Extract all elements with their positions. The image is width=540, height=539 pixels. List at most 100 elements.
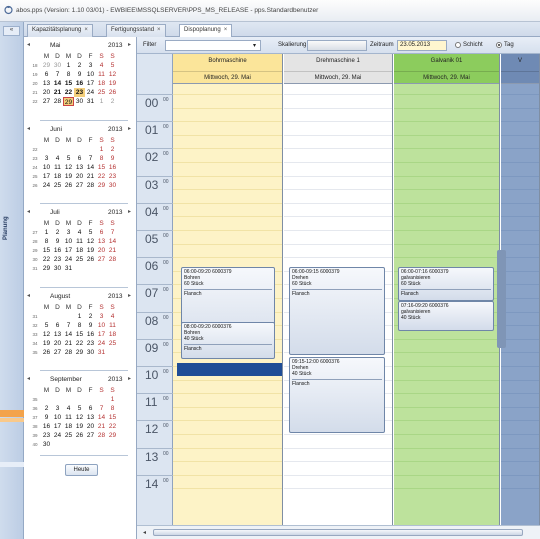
calendar-day[interactable]: 20 [85, 422, 96, 431]
calendar-day[interactable]: 17 [96, 330, 107, 339]
calendar-day[interactable]: 23 [74, 88, 85, 97]
calendar-day[interactable]: 14 [96, 413, 107, 422]
next-month-icon[interactable]: ▸ [128, 208, 131, 215]
close-icon[interactable]: × [157, 27, 161, 33]
calendar-day[interactable]: 20 [96, 246, 107, 255]
calendar-day[interactable]: 24 [52, 431, 63, 440]
calendar-day[interactable]: 20 [52, 339, 63, 348]
resource-header[interactable]: Galvanik 01 Mittwoch, 29. Mai [394, 54, 499, 84]
calendar-day[interactable]: 18 [107, 330, 118, 339]
calendar-day[interactable]: 7 [107, 228, 118, 237]
calendar-day[interactable]: 17 [52, 422, 63, 431]
calendar-day[interactable]: 16 [107, 163, 118, 172]
calendar-day[interactable]: 21 [85, 172, 96, 181]
calendar-day[interactable]: 9 [74, 70, 85, 79]
calendar-day[interactable] [107, 348, 118, 357]
calendar-day[interactable]: 6 [52, 321, 63, 330]
calendar-day[interactable]: 2 [85, 312, 96, 321]
calendar-day[interactable]: 15 [63, 79, 74, 88]
calendar-day[interactable]: 22 [96, 172, 107, 181]
calendar-day[interactable]: 3 [52, 404, 63, 413]
calendar-day[interactable] [74, 440, 85, 449]
tab-fertigungsstand[interactable]: Fertigungsstand × [106, 24, 166, 37]
next-month-icon[interactable]: ▸ [128, 375, 131, 382]
calendar-day[interactable] [52, 312, 63, 321]
calendar-day[interactable]: 3 [96, 312, 107, 321]
calendar-day[interactable]: 23 [52, 255, 63, 264]
calendar-day[interactable]: 19 [85, 246, 96, 255]
prev-month-icon[interactable]: ◂ [27, 292, 30, 299]
selected-time-slot[interactable] [177, 363, 282, 376]
calendar-day[interactable]: 5 [107, 61, 118, 70]
calendar-day[interactable] [74, 264, 85, 273]
calendar-day[interactable]: 13 [52, 330, 63, 339]
calendar-day[interactable]: 30 [52, 61, 63, 70]
calendar-day[interactable] [85, 264, 96, 273]
calendar-day[interactable] [96, 395, 107, 404]
calendar-day[interactable]: 30 [52, 264, 63, 273]
calendar-day[interactable]: 21 [107, 246, 118, 255]
calendar-day[interactable]: 29 [63, 97, 74, 106]
calendar-day[interactable]: 4 [52, 154, 63, 163]
next-month-icon[interactable]: ▸ [128, 292, 131, 299]
calendar-day[interactable]: 5 [41, 321, 52, 330]
calendar-day[interactable]: 11 [63, 413, 74, 422]
calendar-day[interactable]: 2 [52, 228, 63, 237]
calendar-day[interactable] [41, 395, 52, 404]
filter-dropdown[interactable] [165, 40, 261, 51]
calendar-day[interactable] [41, 312, 52, 321]
calendar-day[interactable]: 16 [74, 79, 85, 88]
calendar-day[interactable]: 29 [41, 61, 52, 70]
calendar-day[interactable]: 9 [52, 237, 63, 246]
horizontal-scrollbar[interactable]: ◂ [137, 525, 540, 539]
appointment-block[interactable]: 07:16-09:20 6000376 galvanisieren 40 Stück [398, 301, 494, 331]
calendar-day[interactable] [85, 440, 96, 449]
calendar-day[interactable]: 7 [85, 154, 96, 163]
calendar-day[interactable] [63, 395, 74, 404]
calendar-day[interactable]: 3 [85, 61, 96, 70]
calendar-day[interactable]: 21 [63, 339, 74, 348]
prev-month-icon[interactable]: ◂ [27, 125, 30, 132]
calendar-day[interactable]: 29 [96, 181, 107, 190]
calendar-day[interactable]: 12 [41, 330, 52, 339]
today-button[interactable]: Heute [65, 464, 98, 476]
calendar-day[interactable]: 23 [107, 172, 118, 181]
calendar-day[interactable]: 23 [41, 431, 52, 440]
calendar-day[interactable]: 14 [52, 79, 63, 88]
calendar-day[interactable]: 12 [85, 237, 96, 246]
calendar-day[interactable]: 7 [63, 321, 74, 330]
tab-dispoplanung[interactable]: Dispoplanung × [179, 24, 233, 38]
calendar-day[interactable]: 18 [74, 246, 85, 255]
calendar-day[interactable] [96, 264, 107, 273]
next-month-icon[interactable]: ▸ [128, 41, 131, 48]
calendar-day[interactable]: 25 [74, 255, 85, 264]
calendar-day[interactable]: 2 [74, 61, 85, 70]
calendar-day[interactable] [96, 440, 107, 449]
calendar-day[interactable]: 30 [74, 97, 85, 106]
calendar-day[interactable]: 24 [85, 88, 96, 97]
calendar-day[interactable]: 28 [52, 97, 63, 106]
calendar-day[interactable]: 4 [107, 312, 118, 321]
calendar-day[interactable]: 19 [107, 79, 118, 88]
calendar-day[interactable]: 4 [74, 228, 85, 237]
calendar-day[interactable]: 21 [52, 88, 63, 97]
calendar-day[interactable] [63, 312, 74, 321]
calendar-day[interactable] [52, 440, 63, 449]
schicht-radio[interactable] [455, 42, 461, 48]
tab-kapazitaetsplanung[interactable]: Kapazitätsplanung × [27, 24, 93, 37]
calendar-day[interactable]: 13 [74, 163, 85, 172]
calendar-day[interactable]: 6 [41, 70, 52, 79]
calendar-day[interactable] [85, 145, 96, 154]
calendar-day[interactable]: 30 [107, 181, 118, 190]
calendar-day[interactable]: 2 [107, 97, 118, 106]
calendar-day[interactable]: 16 [85, 330, 96, 339]
calendar-day[interactable]: 31 [85, 97, 96, 106]
calendar-day[interactable]: 31 [96, 348, 107, 357]
calendar-day[interactable]: 11 [52, 163, 63, 172]
calendar-day[interactable]: 25 [107, 339, 118, 348]
calendar-day[interactable]: 27 [74, 181, 85, 190]
close-icon[interactable]: × [224, 27, 228, 33]
calendar-day[interactable]: 5 [63, 154, 74, 163]
calendar-day[interactable]: 13 [41, 79, 52, 88]
prev-month-icon[interactable]: ◂ [27, 375, 30, 382]
